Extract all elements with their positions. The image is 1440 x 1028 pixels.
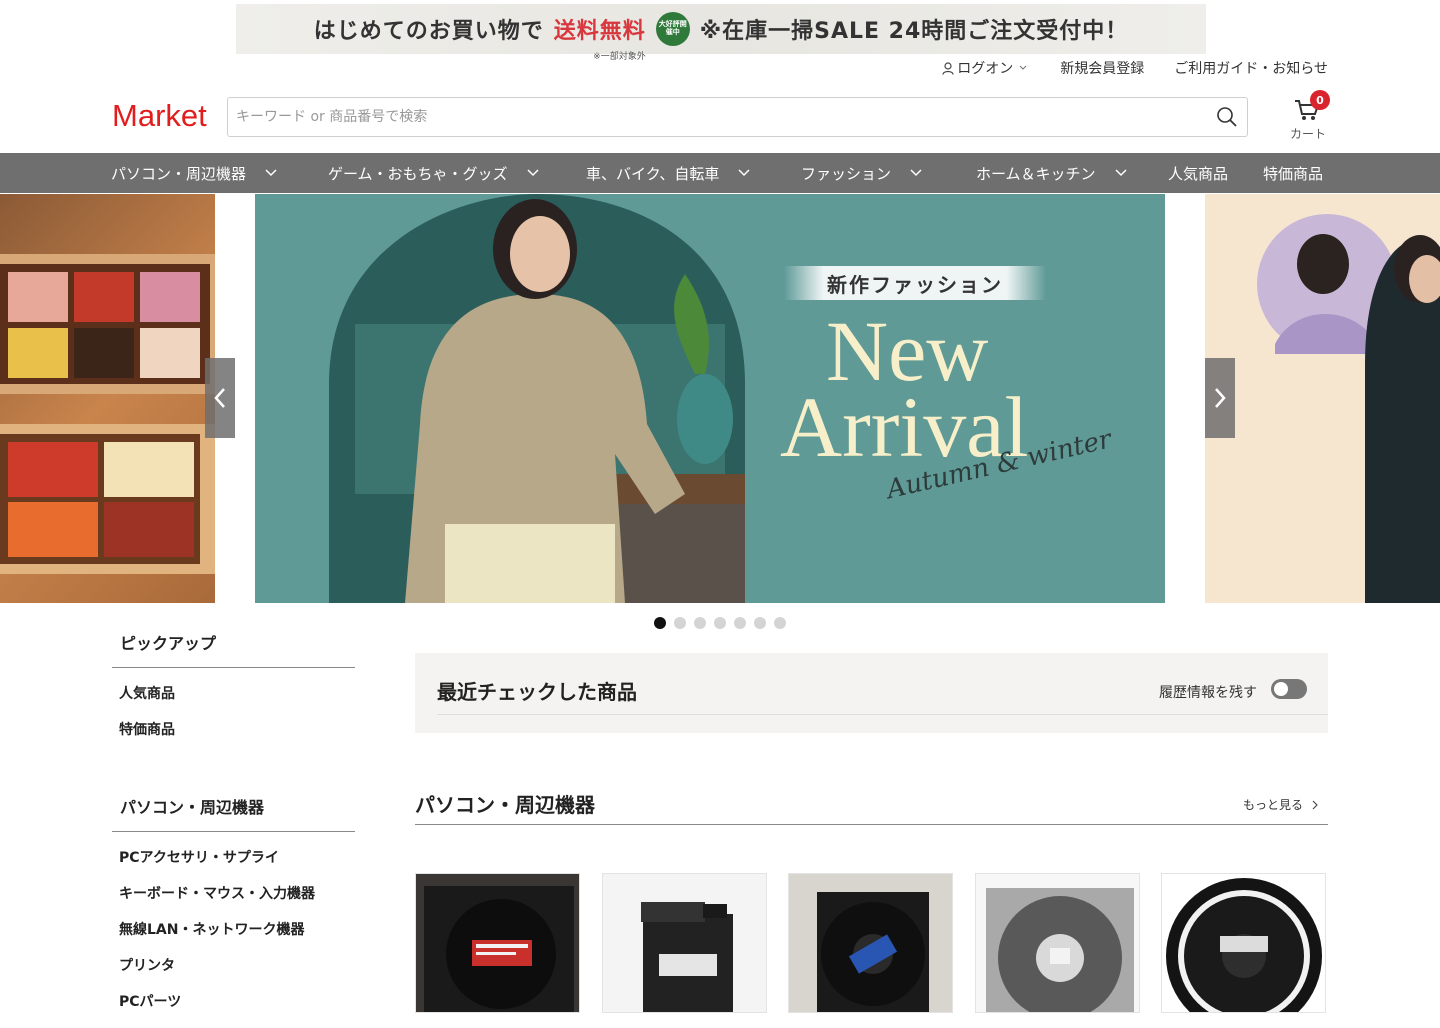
search-icon — [1217, 107, 1237, 127]
fan-image — [1162, 874, 1325, 1012]
history-label: 履歴情報を残す — [1159, 685, 1257, 701]
hero-carousel: 新作ファッション New Arrival Autumn & winter — [0, 194, 1440, 603]
category-nav: パソコン・周辺機器 ゲーム・おもちゃ・グッズ 車、バイク、自転車 ファッション … — [0, 153, 1440, 193]
sidebar-pickup-list: 人気商品 特価商品 — [112, 668, 355, 756]
nav-label: 車、バイク、自転車 — [586, 164, 720, 183]
carousel-slide-next[interactable] — [1205, 194, 1440, 603]
carousel-dot[interactable] — [674, 617, 686, 629]
search-input[interactable] — [228, 98, 1207, 136]
guide-link[interactable]: ご利用ガイド・お知らせ — [1174, 58, 1328, 78]
carousel-dot[interactable] — [654, 617, 666, 629]
nav-item-home-kitchen[interactable]: ホーム＆キッチン — [976, 153, 1128, 193]
nav-label: ゲーム・おもちゃ・グッズ — [328, 164, 508, 183]
cart-label: カート — [1289, 127, 1326, 141]
carousel-slide-active[interactable]: 新作ファッション New Arrival Autumn & winter — [255, 194, 1165, 603]
nav-label: ファッション — [801, 164, 892, 183]
sidebar: ピックアップ 人気商品 特価商品 パソコン・周辺機器 PCアクセサリ・サプライ … — [112, 630, 355, 1028]
product-card[interactable] — [975, 873, 1140, 1013]
promo-text-2: ※在庫一掃SALE 24時間ご注文受付中！ — [699, 19, 1129, 44]
sidebar-item-pc-parts[interactable]: PCパーツ — [119, 992, 355, 1028]
sidebar-item-keyboard-mouse[interactable]: キーボード・マウス・入力機器 — [119, 884, 355, 920]
recently-viewed-title: 最近チェックした商品 — [437, 680, 637, 704]
nav-item-pc[interactable]: パソコン・周辺機器 — [111, 153, 278, 193]
chevron-down-icon — [910, 169, 922, 177]
fan-image — [976, 874, 1139, 1012]
product-card[interactable] — [415, 873, 580, 1013]
promo-text-1: はじめてのお買い物で — [313, 19, 544, 44]
product-card[interactable] — [1161, 873, 1326, 1013]
nav-label: パソコン・周辺機器 — [111, 164, 247, 183]
nav-item-fashion[interactable]: ファッション — [801, 153, 923, 193]
sidebar-item-printer[interactable]: プリンタ — [119, 956, 355, 992]
promo-note: ※一部対象外 — [593, 52, 646, 62]
search-button[interactable] — [1207, 98, 1247, 136]
chevron-down-icon — [265, 169, 277, 177]
sidebar-item-pc-accessories[interactable]: PCアクセサリ・サプライ — [119, 848, 355, 884]
carousel-dot[interactable] — [774, 617, 786, 629]
chevron-right-icon — [1215, 388, 1226, 408]
carousel-next-button[interactable] — [1205, 358, 1235, 438]
see-more-link[interactable]: もっと見る — [1243, 796, 1319, 813]
nav-label: ホーム＆キッチン — [976, 164, 1096, 183]
food-box-image — [0, 254, 215, 574]
sidebar-pc-title: パソコン・周辺機器 — [112, 794, 355, 832]
section-title: パソコン・周辺機器 — [415, 793, 595, 817]
carousel-slide-prev[interactable] — [0, 194, 215, 603]
product-card[interactable] — [788, 873, 953, 1013]
carousel-dot[interactable] — [714, 617, 726, 629]
product-card[interactable] — [602, 873, 767, 1013]
nav-label: 人気商品 — [1168, 164, 1229, 183]
promo-badge: 大好評開催中 — [655, 12, 690, 46]
toggle-knob — [1274, 682, 1288, 696]
site-logo[interactable]: Market — [112, 98, 207, 134]
nav-item-sale[interactable]: 特価商品 — [1263, 153, 1323, 193]
user-icon — [942, 61, 954, 75]
sidebar-item-sale[interactable]: 特価商品 — [119, 720, 355, 756]
hero-subtitle: 新作ファッション — [784, 266, 1046, 300]
carousel-dot[interactable] — [734, 617, 746, 629]
sidebar-pickup-title: ピックアップ — [112, 630, 355, 668]
carousel-prev-button[interactable] — [205, 358, 235, 438]
login-label: ログオン — [957, 61, 1014, 77]
fan-image — [789, 874, 952, 1012]
chevron-down-icon — [738, 169, 750, 177]
chevron-right-icon — [1312, 800, 1318, 809]
section-divider — [415, 824, 1328, 825]
sidebar-item-popular[interactable]: 人気商品 — [119, 684, 355, 720]
carousel-dots — [654, 617, 786, 629]
search-bar — [227, 97, 1248, 137]
nav-item-popular[interactable]: 人気商品 — [1168, 153, 1228, 193]
register-link[interactable]: 新規会員登録 — [1060, 58, 1144, 78]
model-photo-2 — [1257, 214, 1440, 603]
nav-label: 特価商品 — [1263, 164, 1324, 183]
history-toggle[interactable] — [1271, 679, 1307, 699]
chevron-left-icon — [214, 388, 225, 408]
sidebar-item-network[interactable]: 無線LAN・ネットワーク機器 — [119, 920, 355, 956]
nav-item-vehicles[interactable]: 車、バイク、自転車 — [586, 153, 751, 193]
login-link[interactable]: ログオン — [942, 58, 1030, 78]
chevron-down-icon — [527, 169, 539, 177]
recently-viewed-panel: 最近チェックした商品 履歴情報を残す — [415, 653, 1328, 733]
promo-free-shipping: 送料無料 ※一部対象外 — [553, 19, 646, 62]
fan-image — [416, 874, 579, 1012]
sidebar-pc-list: PCアクセサリ・サプライ キーボード・マウス・入力機器 無線LAN・ネットワーク… — [112, 832, 355, 1028]
carousel-dot[interactable] — [754, 617, 766, 629]
divider — [437, 714, 1328, 715]
see-more-label: もっと見る — [1243, 798, 1304, 812]
cart-count-badge: 0 — [1310, 90, 1330, 110]
nav-item-games[interactable]: ゲーム・おもちゃ・グッズ — [328, 153, 540, 193]
chevron-down-icon — [1019, 65, 1027, 70]
fan-image — [603, 874, 766, 1012]
model-photo — [329, 194, 745, 603]
carousel-dot[interactable] — [694, 617, 706, 629]
cart-button[interactable]: 0 カート — [1286, 90, 1330, 142]
chevron-down-icon — [1115, 169, 1127, 177]
utility-links: ログオン 新規会員登録 ご利用ガイド・お知らせ — [942, 58, 1328, 78]
promo-banner[interactable]: はじめてのお買い物で 送料無料 ※一部対象外 大好評開催中 ※在庫一掃SALE 2… — [236, 4, 1206, 62]
